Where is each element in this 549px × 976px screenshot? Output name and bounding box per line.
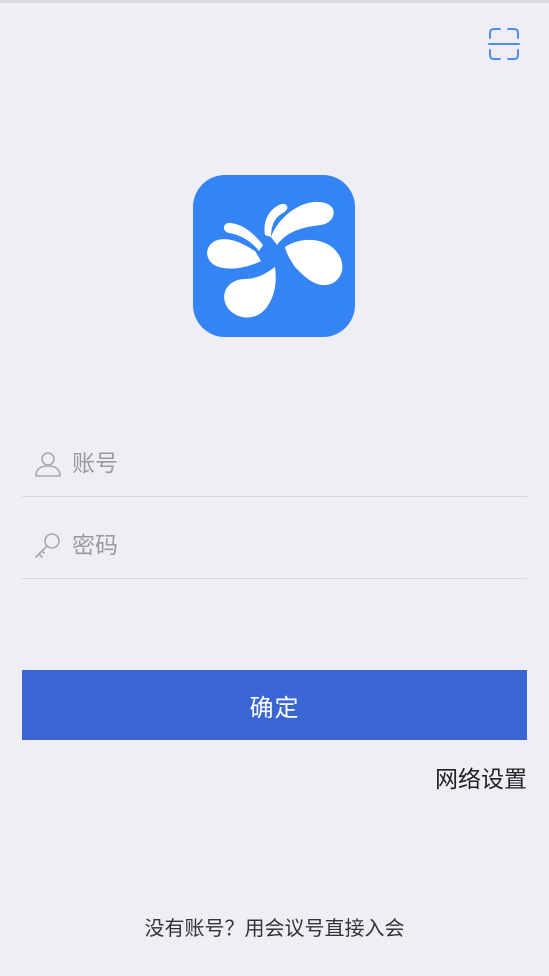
user-icon <box>35 452 61 477</box>
password-field <box>22 518 527 579</box>
status-divider <box>0 0 549 3</box>
account-field <box>22 436 527 497</box>
confirm-button[interactable]: 确定 <box>22 670 527 740</box>
network-settings-link[interactable]: 网络设置 <box>435 760 527 794</box>
scan-button[interactable] <box>484 24 524 64</box>
account-input[interactable] <box>72 442 512 486</box>
scan-icon <box>488 28 520 60</box>
join-by-meeting-id-link[interactable]: 没有账号？用会议号直接入会 <box>0 912 549 941</box>
key-icon <box>35 533 60 558</box>
pinwheel-logo-icon <box>207 201 343 318</box>
password-input[interactable] <box>72 524 512 568</box>
app-logo <box>193 175 355 337</box>
